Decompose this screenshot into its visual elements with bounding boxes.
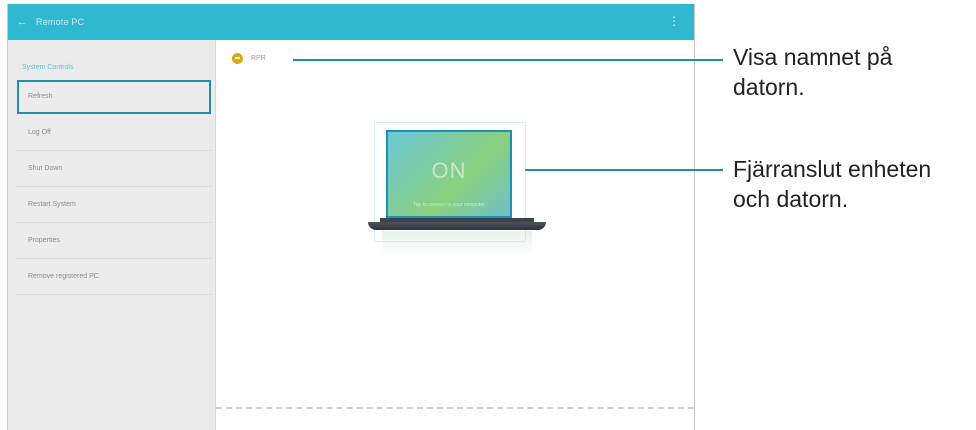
pc-name: RPR bbox=[251, 55, 266, 62]
sidebar-item-restart-system[interactable]: Restart System bbox=[16, 187, 212, 223]
main-content: RPR ON Tap to connect to your computer bbox=[216, 40, 694, 430]
callout-line-name bbox=[293, 59, 723, 61]
sidebar-section-label: System Controls bbox=[22, 64, 74, 71]
laptop-base bbox=[368, 222, 546, 230]
laptop-reflection bbox=[382, 231, 532, 257]
more-vert-icon[interactable]: ⋮ bbox=[668, 14, 680, 28]
sidebar-item-shut-down[interactable]: Shut Down bbox=[16, 151, 212, 187]
callout-line-connect bbox=[525, 169, 723, 171]
callout-connect-text: Fjärranslut enheten och datorn. bbox=[733, 156, 932, 212]
sidebar-menu: Refresh Log Off Shut Down Restart System… bbox=[16, 79, 212, 295]
laptop-illustration[interactable]: ON Tap to connect to your computer bbox=[368, 122, 553, 262]
screen-subtext: Tap to connect to your computer bbox=[413, 202, 485, 208]
sidebar: System Controls Refresh Log Off Shut Dow… bbox=[8, 40, 216, 430]
divider-dashed bbox=[216, 407, 694, 409]
callout-name-text: Visa namnet på datorn. bbox=[733, 44, 893, 100]
pc-name-row: RPR bbox=[232, 53, 266, 64]
app-screen: ← Remote PC ⋮ System Controls Refresh Lo… bbox=[7, 4, 695, 430]
app-title: Remote PC bbox=[36, 17, 85, 27]
remote-screen[interactable]: ON Tap to connect to your computer bbox=[386, 130, 512, 218]
sidebar-item-remove-registered-pc[interactable]: Remove registered PC bbox=[16, 259, 212, 295]
computer-status-icon bbox=[232, 53, 243, 64]
sidebar-item-refresh[interactable]: Refresh bbox=[16, 79, 212, 115]
arrow-left-icon[interactable]: ← bbox=[8, 16, 36, 28]
sidebar-item-log-off[interactable]: Log Off bbox=[16, 115, 212, 151]
screen-status: ON bbox=[431, 158, 467, 183]
app-bar: ← Remote PC ⋮ bbox=[8, 4, 694, 40]
sidebar-item-properties[interactable]: Properties bbox=[16, 223, 212, 259]
